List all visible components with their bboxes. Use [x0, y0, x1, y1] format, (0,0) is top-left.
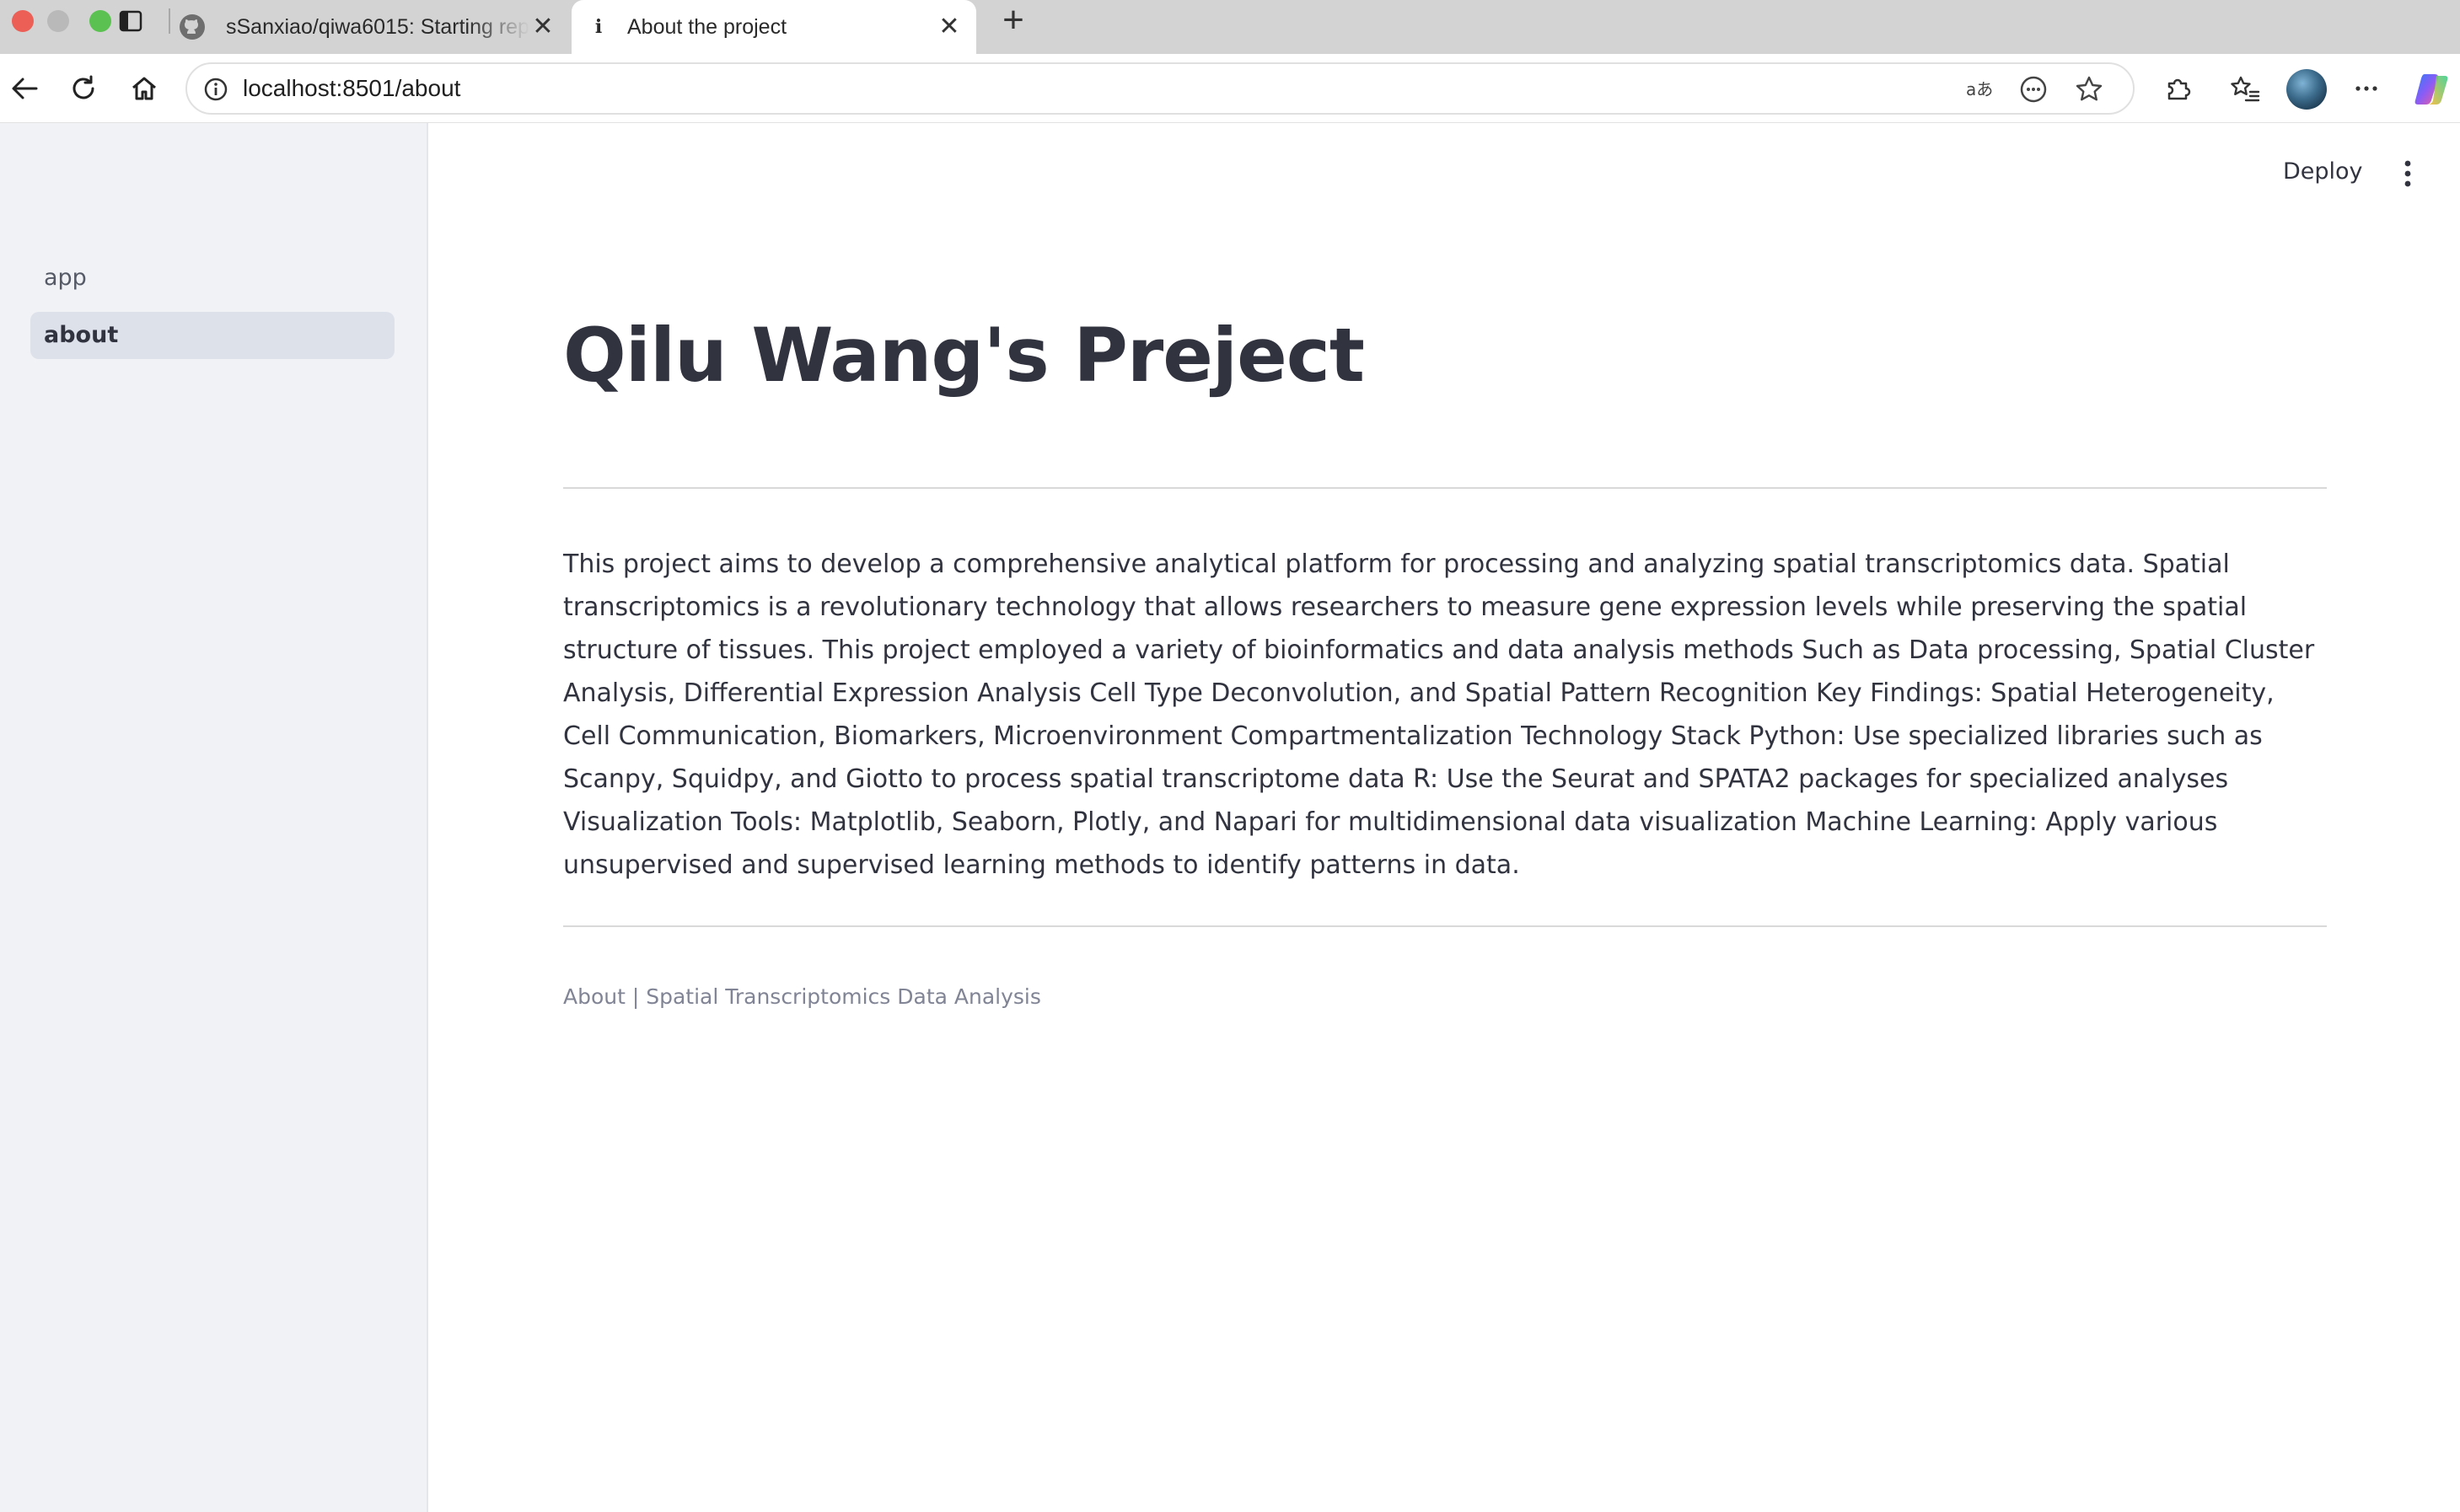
puzzle-icon	[2167, 78, 2191, 100]
sidebar-item-about[interactable]: about	[30, 312, 395, 359]
info-icon: i	[594, 16, 603, 38]
copilot-icon[interactable]	[2411, 69, 2452, 110]
more-options-button[interactable]	[2347, 69, 2386, 108]
github-icon	[177, 12, 207, 42]
svg-text:aあ: aあ	[1966, 79, 1993, 99]
page-title: Qilu Wang's Preject	[563, 312, 1365, 399]
divider	[563, 925, 2327, 927]
maximize-window-button[interactable]	[89, 10, 111, 32]
profile-avatar[interactable]	[2286, 69, 2327, 110]
minimize-window-button[interactable]	[47, 10, 69, 32]
sidebar-item-app[interactable]: app	[30, 255, 395, 302]
tab-sidebar-icon[interactable]	[119, 10, 142, 32]
main-menu-button[interactable]	[2394, 155, 2421, 192]
url-text[interactable]: localhost:8501/about	[243, 64, 460, 113]
project-description: This project aims to develop a comprehen…	[563, 550, 2315, 880]
back-button[interactable]	[5, 69, 44, 108]
tab-separator	[169, 8, 170, 34]
home-icon	[132, 77, 156, 100]
home-button[interactable]	[125, 69, 164, 108]
reload-icon	[73, 75, 94, 99]
back-arrow-icon	[12, 78, 38, 99]
footer-caption: About | Spatial Transcriptomics Data Ana…	[563, 984, 1041, 1009]
address-bar[interactable]: localhost:8501/about aあ	[185, 62, 2135, 115]
reading-mode-icon[interactable]	[2015, 71, 2052, 108]
extensions-button[interactable]	[2158, 69, 2197, 108]
tab-title: About the project	[627, 14, 787, 39]
tab-about-project[interactable]: i About the project ✕	[572, 0, 976, 54]
browser-toolbar: localhost:8501/about aあ	[0, 54, 2460, 123]
deploy-button[interactable]: Deploy	[2276, 153, 2370, 190]
translate-icon[interactable]: aあ	[1963, 71, 2000, 108]
close-icon[interactable]: ✕	[934, 12, 964, 42]
site-info-icon[interactable]	[197, 71, 234, 108]
ellipsis-icon	[2355, 86, 2377, 91]
tab-title: sSanxiao/qiwa6015: Starting repository	[226, 14, 529, 39]
close-window-button[interactable]	[12, 10, 34, 32]
favorite-star-icon[interactable]	[2071, 71, 2108, 108]
divider	[563, 487, 2327, 489]
favorites-list-icon	[2231, 76, 2260, 102]
vertical-ellipsis-icon	[2404, 160, 2411, 187]
tab-github-repo[interactable]: sSanxiao/qiwa6015: Starting repository ✕	[174, 0, 570, 54]
browser-tab-strip: sSanxiao/qiwa6015: Starting repository ✕…	[0, 0, 2460, 54]
app-sidebar: app about	[0, 123, 428, 1512]
new-tab-button[interactable]: +	[995, 2, 1032, 40]
reload-button[interactable]	[64, 69, 103, 108]
close-icon[interactable]: ✕	[528, 12, 558, 42]
favorites-button[interactable]	[2226, 69, 2264, 108]
